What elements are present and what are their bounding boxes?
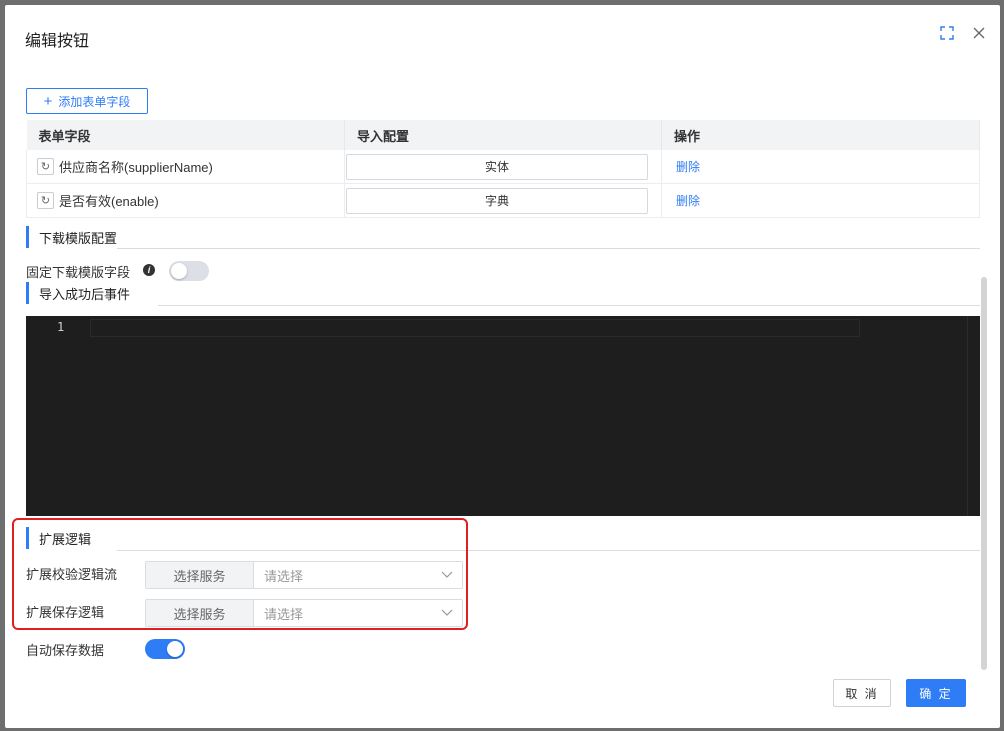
auto-save-toggle[interactable]: [145, 639, 185, 659]
dialog-scrollbar[interactable]: [981, 277, 987, 670]
column-header-action: 操作: [661, 120, 980, 150]
code-editor[interactable]: 1: [26, 316, 980, 516]
add-form-field-button[interactable]: + 添加表单字段: [26, 88, 148, 114]
import-config-button[interactable]: 实体: [346, 153, 648, 180]
form-fields-table: 表单字段 导入配置 操作 ↻ 供应商名称(supplierName) 实体 删除: [26, 120, 980, 218]
table-row: ↻ 供应商名称(supplierName) 实体 删除: [26, 150, 980, 184]
refresh-icon[interactable]: ↻: [37, 158, 54, 175]
info-icon: i: [143, 264, 155, 276]
add-form-field-label: 添加表单字段: [58, 94, 131, 109]
edit-button-dialog: 编辑按钮 + 添加表单字段 表单字段 导入配置 操作 ↻ 供应商名称(suppl…: [5, 5, 1000, 728]
column-header-field: 表单字段: [26, 120, 345, 150]
fullscreen-icon[interactable]: [939, 25, 955, 41]
table-row: ↻ 是否有效(enable) 字典 删除: [26, 183, 980, 218]
extension-logic-highlight: [12, 518, 468, 630]
section-download-template: 下载模版配置: [26, 225, 117, 249]
auto-save-label: 自动保存数据: [26, 643, 105, 658]
plus-icon: +: [43, 92, 53, 110]
section-import-success: 导入成功后事件: [26, 281, 130, 305]
fixed-fields-label: 固定下载模版字段: [26, 265, 131, 280]
field-name: 供应商名称(supplierName): [59, 160, 213, 175]
confirm-button[interactable]: 确 定: [906, 679, 966, 707]
fixed-fields-toggle[interactable]: [169, 261, 209, 281]
line-gutter: 1: [26, 316, 88, 516]
cancel-button[interactable]: 取 消: [833, 679, 891, 707]
import-config-button[interactable]: 字典: [346, 187, 648, 214]
section-title: 下载模版配置: [39, 230, 118, 246]
column-header-config: 导入配置: [344, 120, 662, 150]
delete-link[interactable]: 删除: [672, 160, 700, 174]
field-name: 是否有效(enable): [59, 194, 159, 209]
current-line-highlight: [90, 319, 860, 337]
delete-link[interactable]: 删除: [672, 194, 700, 208]
dialog-title: 编辑按钮: [25, 33, 90, 50]
close-icon[interactable]: [971, 25, 987, 41]
section-title: 导入成功后事件: [39, 286, 131, 302]
line-number: 1: [57, 320, 65, 334]
refresh-icon[interactable]: ↻: [37, 192, 54, 209]
